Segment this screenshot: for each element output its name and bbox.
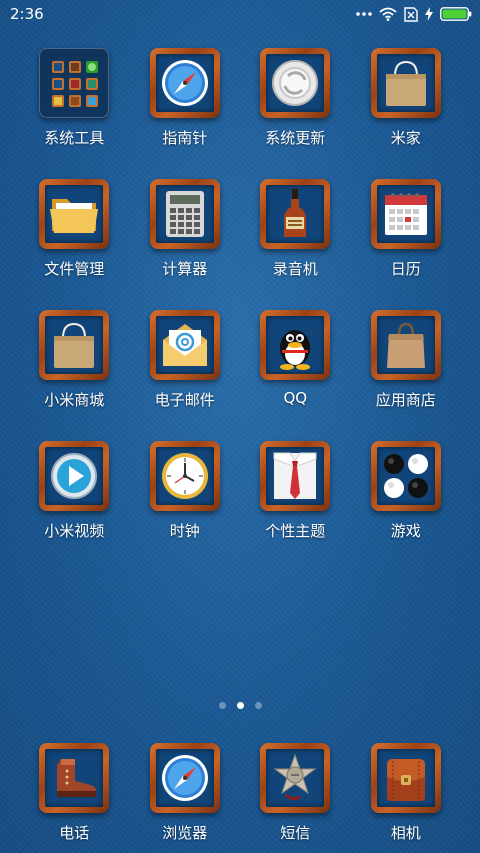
app-calendar[interactable]: 日历 [351, 179, 462, 310]
more-dots-icon [356, 11, 372, 17]
app-label: 文件管理 [44, 260, 105, 278]
app-grid: 系统工具 指南针 系统更新 米家 文件管理 计算器 录音机 日历 小米商城 电子… [19, 48, 461, 572]
app-label: 系统工具 [44, 129, 105, 147]
file-folder-icon [39, 179, 110, 249]
mijia-bag-icon [370, 48, 441, 118]
system-update-icon [260, 48, 331, 118]
app-themes[interactable]: 个性主题 [240, 441, 351, 572]
app-label: 电话 [59, 824, 90, 842]
calendar-icon [370, 179, 441, 249]
status-bar: 2:36 [0, 0, 480, 28]
app-label: 游戏 [390, 522, 421, 540]
messaging-sheriff-badge-icon [260, 743, 331, 813]
app-label: 浏览器 [162, 824, 208, 842]
page-dot[interactable] [254, 702, 262, 709]
app-recorder[interactable]: 录音机 [240, 179, 351, 310]
dock-app-phone[interactable]: 电话 [19, 743, 130, 843]
app-calculator[interactable]: 计算器 [130, 179, 241, 310]
mi-store-bag-icon [39, 310, 110, 380]
dock-app-messaging[interactable]: 短信 [240, 743, 351, 843]
app-label: 个性主题 [265, 522, 326, 540]
app-label: 计算器 [162, 260, 208, 278]
app-compass[interactable]: 指南针 [130, 48, 241, 179]
charging-icon [425, 7, 433, 21]
app-label: 米家 [390, 129, 421, 147]
app-label: QQ [283, 389, 308, 407]
app-mijia[interactable]: 米家 [351, 48, 462, 179]
app-label: 小米商城 [44, 391, 105, 409]
browser-compass-icon [149, 743, 220, 813]
app-mi-store[interactable]: 小米商城 [19, 310, 130, 441]
app-system-tools[interactable]: 系统工具 [19, 48, 130, 179]
app-mi-video[interactable]: 小米视频 [19, 441, 130, 572]
video-play-icon [39, 441, 110, 511]
app-label: 时钟 [169, 522, 200, 540]
status-time: 2:36 [10, 5, 44, 23]
app-label: 短信 [280, 824, 311, 842]
app-email[interactable]: 电子邮件 [130, 310, 241, 441]
status-icons [356, 5, 472, 23]
app-label: 小米视频 [44, 522, 105, 540]
app-clock[interactable]: 时钟 [130, 441, 241, 572]
app-label: 日历 [390, 260, 421, 278]
dock: 电话 浏览器 短信 相机 [19, 743, 461, 843]
app-label: 应用商店 [375, 391, 436, 409]
calculator-icon [149, 179, 220, 249]
app-app-store[interactable]: 应用商店 [351, 310, 462, 441]
app-qq[interactable]: QQ [240, 310, 351, 441]
compass-icon [149, 48, 220, 118]
app-system-update[interactable]: 系统更新 [240, 48, 351, 179]
app-file-manager[interactable]: 文件管理 [19, 179, 130, 310]
page-dot-active[interactable] [236, 702, 244, 709]
clock-icon [149, 441, 220, 511]
qq-penguin-icon [260, 310, 331, 380]
recorder-bottle-icon [260, 179, 331, 249]
page-dot[interactable] [218, 702, 226, 709]
app-label: 系统更新 [265, 129, 326, 147]
camera-leather-bag-icon [370, 743, 441, 813]
app-label: 指南针 [162, 129, 208, 147]
app-label: 电子邮件 [154, 391, 215, 409]
page-indicator [0, 702, 480, 709]
theme-shirt-tie-icon [260, 441, 331, 511]
app-label: 相机 [390, 824, 421, 842]
app-label: 录音机 [272, 260, 318, 278]
wifi-icon [379, 7, 397, 21]
email-envelope-icon [149, 310, 220, 380]
dock-app-camera[interactable]: 相机 [351, 743, 462, 843]
app-games[interactable]: 游戏 [351, 441, 462, 572]
dock-app-browser[interactable]: 浏览器 [130, 743, 241, 843]
folder-system-tools-icon [39, 48, 110, 118]
app-store-bag-icon [370, 310, 441, 380]
game-go-stones-icon [370, 441, 441, 511]
no-sim-icon [404, 6, 418, 22]
battery-icon [440, 7, 472, 21]
phone-boot-icon [39, 743, 110, 813]
